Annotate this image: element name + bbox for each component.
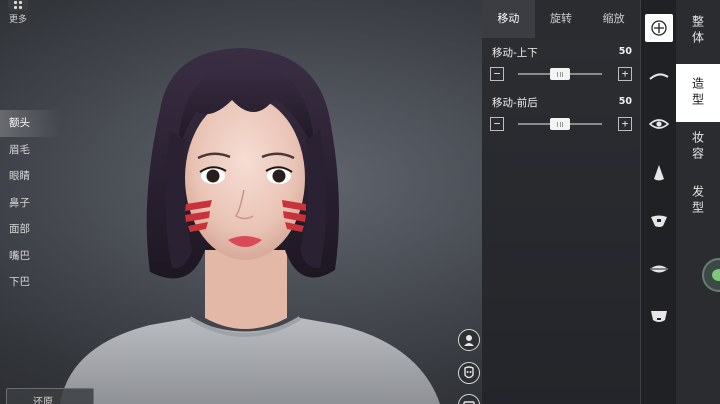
camera-icon (463, 401, 475, 404)
increase-button[interactable]: + (618, 117, 632, 131)
transform-tabs: 移动 旋转 缩放 (482, 0, 640, 38)
slider-track[interactable] (518, 68, 602, 80)
chin-icon (651, 311, 667, 322)
slider-value: 50 (618, 46, 632, 57)
menu-item-mouth[interactable]: 嘴巴 (0, 243, 60, 270)
slider-title: 移动-上下 (492, 47, 538, 59)
feature-eyebrow[interactable] (645, 62, 673, 90)
slider-value: 50 (618, 96, 632, 107)
feature-head-move[interactable] (645, 14, 673, 42)
increase-button[interactable]: + (618, 67, 632, 81)
nose-icon (654, 165, 664, 181)
person-icon (464, 335, 474, 346)
mouth-icon (650, 265, 668, 273)
menu-item-face[interactable]: 面部 (0, 216, 60, 243)
tab-rotate[interactable]: 旋转 (535, 0, 588, 38)
reset-label: 还原 (33, 397, 53, 404)
menu-item-chin[interactable]: 下巴 (0, 269, 60, 296)
slider-thumb[interactable] (550, 118, 570, 130)
eye-icon (649, 119, 669, 129)
slider-title: 移动-前后 (492, 97, 538, 109)
feature-face[interactable] (645, 207, 673, 235)
portrait-view-button[interactable] (458, 329, 480, 351)
reset-button[interactable]: 还原 (6, 388, 94, 404)
category-body[interactable]: 整体 (676, 2, 720, 60)
head-move-icon (651, 20, 667, 36)
category-styling[interactable]: 造型 (676, 64, 720, 122)
menu-item-forehead[interactable]: 额头 (0, 110, 60, 137)
face-mask-icon (464, 366, 474, 379)
adjust-panel: 移动 旋转 缩放 移动-上下 50 − + 移动-前后 50 − + (482, 0, 640, 404)
slider-track[interactable] (518, 118, 602, 130)
slider-move-vertical: 移动-上下 50 − + (482, 45, 640, 83)
character-model (60, 48, 440, 404)
expression-button[interactable] (458, 362, 480, 384)
menu-item-eyebrows[interactable]: 眉毛 (0, 137, 60, 164)
shirt (60, 318, 440, 404)
feature-mouth[interactable] (645, 255, 673, 283)
tab-move[interactable]: 移动 (482, 0, 535, 38)
category-hairstyle[interactable]: 发型 (676, 172, 720, 230)
tab-scale[interactable]: 缩放 (587, 0, 640, 38)
grid-icon (8, 0, 28, 11)
feature-chin[interactable] (645, 303, 673, 331)
category-makeup[interactable]: 妆容 (676, 118, 720, 176)
menu-item-nose[interactable]: 鼻子 (0, 190, 60, 217)
face-icon (651, 215, 667, 227)
eyebrow-icon (649, 73, 669, 80)
slider-thumb[interactable] (550, 68, 570, 80)
category-bar: 整体 造型 妆容 发型 (676, 0, 720, 404)
decrease-button[interactable]: − (490, 67, 504, 81)
decrease-button[interactable]: − (490, 117, 504, 131)
more-label: 更多 (8, 15, 27, 25)
menu-item-eyes[interactable]: 眼睛 (0, 163, 60, 190)
feature-menu: 额头 眉毛 眼睛 鼻子 面部 嘴巴 下巴 (0, 110, 60, 296)
feature-eye[interactable] (645, 110, 673, 138)
feature-icon-bar (640, 0, 676, 404)
feature-nose[interactable] (645, 159, 673, 187)
slider-move-depth: 移动-前后 50 − + (482, 95, 640, 133)
more-button[interactable]: 更多 (6, 0, 30, 25)
